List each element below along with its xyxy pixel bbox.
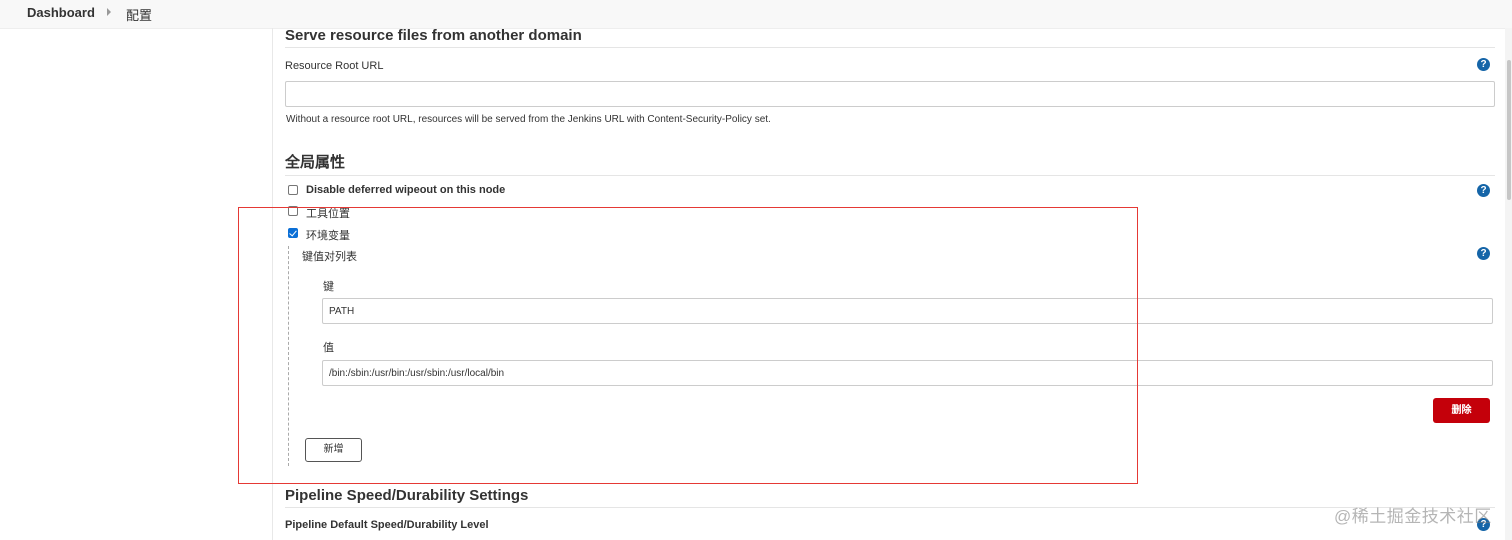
kv-list-label: 键值对列表	[302, 251, 357, 263]
section-title-pipeline: Pipeline Speed/Durability Settings	[285, 487, 1495, 508]
tool-locations-label: 工具位置	[306, 208, 350, 220]
env-value-input[interactable]	[322, 360, 1493, 386]
help-icon[interactable]: ?	[1477, 247, 1490, 260]
help-icon[interactable]: ?	[1477, 184, 1490, 197]
resource-root-url-helper: Without a resource root URL, resources w…	[286, 114, 771, 125]
sidebar-divider	[272, 28, 273, 540]
watermark: @稀土掘金技术社区	[1334, 507, 1492, 526]
resource-root-url-label: Resource Root URL	[285, 60, 384, 72]
scrollbar-thumb[interactable]	[1507, 60, 1511, 200]
breadcrumb-current: 配置	[126, 8, 153, 23]
add-button[interactable]: 新增	[305, 438, 362, 462]
disable-wipeout-checkbox[interactable]	[288, 185, 298, 195]
section-title-resource-domain: Serve resource files from another domain	[285, 27, 1495, 48]
highlight-annotation-box	[238, 207, 1138, 484]
delete-button[interactable]: 删除	[1433, 398, 1490, 423]
breadcrumb: Dashboard 配置	[0, 0, 1512, 29]
nested-config-guide	[288, 246, 289, 466]
section-title-global-properties: 全局属性	[285, 151, 1495, 176]
breadcrumb-dashboard-link[interactable]: Dashboard	[27, 5, 95, 20]
pipeline-durability-label: Pipeline Default Speed/Durability Level	[285, 519, 489, 531]
breadcrumb-separator-icon	[107, 8, 111, 16]
env-key-label: 键	[323, 281, 334, 293]
tool-locations-checkbox[interactable]	[288, 206, 298, 216]
env-value-label: 值	[323, 342, 334, 354]
resource-root-url-input[interactable]	[285, 81, 1495, 107]
disable-wipeout-label: Disable deferred wipeout on this node	[306, 184, 506, 196]
env-vars-checkbox[interactable]	[288, 228, 298, 238]
help-icon[interactable]: ?	[1477, 58, 1490, 71]
env-vars-label: 环境变量	[306, 230, 350, 242]
jenkins-config-page: Dashboard 配置 Serve resource files from a…	[0, 0, 1512, 540]
env-key-input[interactable]	[322, 298, 1493, 324]
